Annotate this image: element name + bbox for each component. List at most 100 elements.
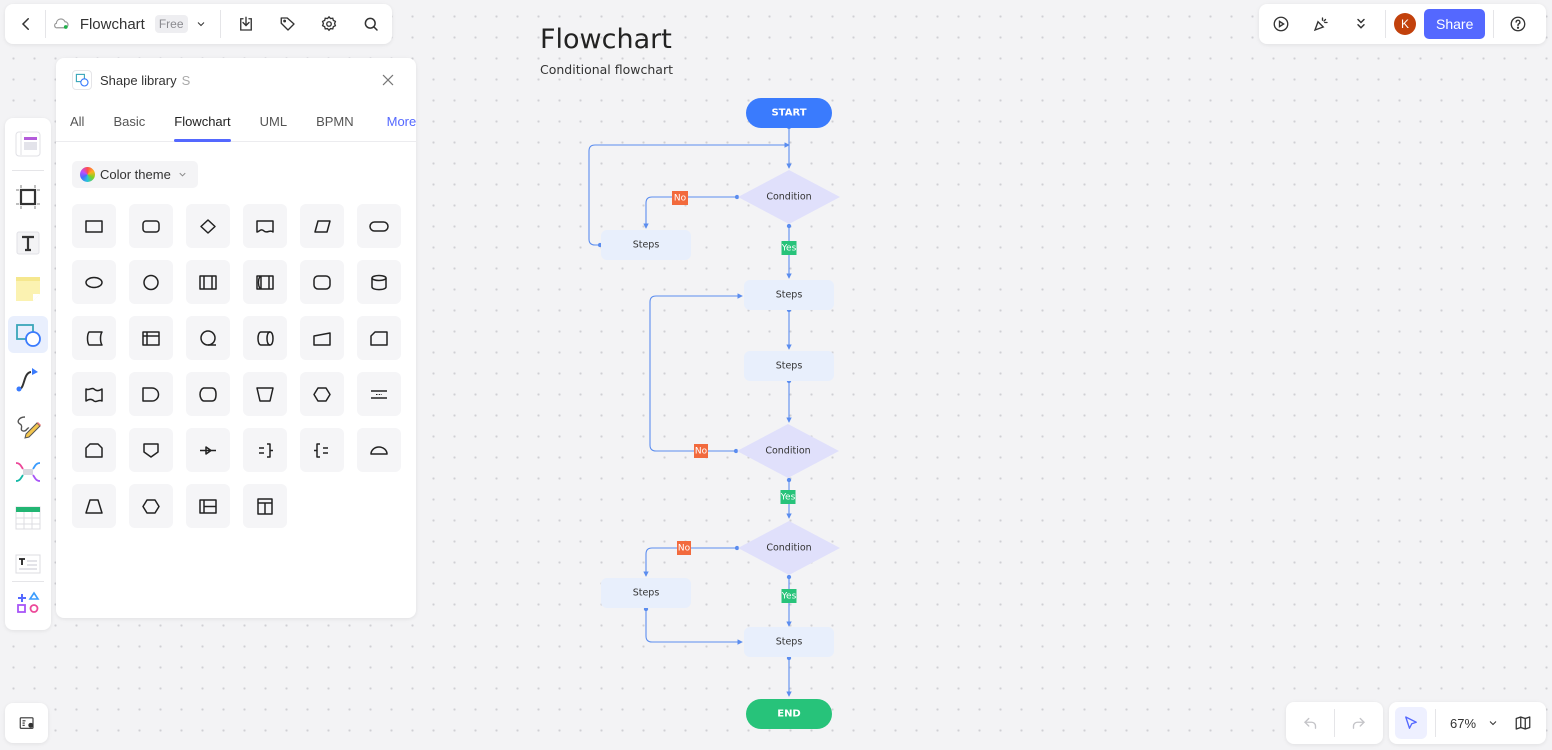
celebrate-button[interactable] [1305, 8, 1337, 40]
steps-node-2[interactable]: Steps [744, 280, 834, 310]
yes-label-3[interactable]: Yes [781, 589, 797, 603]
edge-steps-5-to-steps-6[interactable] [645, 609, 743, 645]
canvas-subtitle[interactable]: Conditional flowchart [540, 62, 673, 77]
steps-node-1-label: Steps [633, 240, 660, 251]
condition-node-1[interactable]: Condition [738, 170, 840, 224]
shape-display[interactable] [186, 372, 230, 416]
shape-off-page-connector[interactable] [129, 428, 173, 472]
shape-direct-access[interactable] [243, 316, 287, 360]
horizontal-container-shape-icon [199, 499, 217, 514]
rail-mind-map[interactable] [8, 454, 48, 491]
shape-database[interactable] [357, 260, 401, 304]
condition-node-3-label: Condition [766, 543, 811, 554]
undo-button[interactable] [1295, 707, 1327, 739]
rail-more-tools[interactable] [8, 584, 48, 621]
tab-all[interactable]: All [70, 102, 84, 142]
color-theme-dropdown[interactable]: Color theme [72, 161, 198, 188]
condition-node-2[interactable]: Condition [737, 424, 839, 478]
shape-library-tabs: All Basic Flowchart UML BPMN More [56, 102, 416, 142]
shape-parallel-mode[interactable] [357, 372, 401, 416]
rail-text[interactable] [8, 225, 48, 262]
shape-transfer[interactable] [186, 428, 230, 472]
shape-vertical-container[interactable] [243, 484, 287, 528]
tab-basic[interactable]: Basic [113, 102, 145, 142]
rail-connector[interactable] [8, 362, 48, 399]
shape-manual-input[interactable] [300, 316, 344, 360]
avatar[interactable]: K [1394, 13, 1416, 35]
shape-data[interactable] [300, 204, 344, 248]
back-button[interactable] [11, 8, 41, 40]
rail-frame[interactable] [8, 179, 48, 216]
canvas-title[interactable]: Flowchart [540, 24, 672, 55]
shape-punched-tape[interactable] [72, 372, 116, 416]
edge-condition-1-no[interactable] [643, 196, 737, 229]
title-dropdown-button[interactable] [192, 8, 211, 40]
shape-annotation-left[interactable] [300, 428, 344, 472]
no-label-1[interactable]: No [672, 191, 688, 205]
rail-sticky-note[interactable] [8, 270, 48, 307]
rail-pen[interactable] [8, 408, 48, 445]
steps-node-4[interactable]: Steps [601, 578, 691, 608]
close-button[interactable] [376, 68, 400, 92]
steps-node-5[interactable]: Steps [744, 627, 834, 657]
tab-more[interactable]: More [387, 102, 417, 142]
rail-shapes[interactable] [8, 316, 48, 354]
zoom-level[interactable]: 67% [1450, 716, 1476, 731]
search-button[interactable] [356, 8, 386, 40]
export-button[interactable] [231, 8, 261, 40]
shape-stored-data[interactable] [72, 316, 116, 360]
tab-bpmn[interactable]: BPMN [316, 102, 354, 142]
shape-sequential-access[interactable] [186, 316, 230, 360]
page-settings-button[interactable] [5, 703, 48, 743]
shape-internal-storage[interactable] [129, 316, 173, 360]
shape-preparation[interactable] [300, 372, 344, 416]
document-title[interactable]: Flowchart [80, 16, 145, 33]
shape-ellipse[interactable] [72, 260, 116, 304]
yes-label-1[interactable]: Yes [781, 241, 797, 255]
shape-process[interactable] [72, 204, 116, 248]
yes-label-2[interactable]: Yes [780, 490, 796, 504]
shape-horizontal-container[interactable] [186, 484, 230, 528]
present-button[interactable] [1265, 8, 1297, 40]
rail-table[interactable] [8, 500, 48, 537]
shape-connector-circle[interactable] [129, 260, 173, 304]
select-tool-button[interactable] [1395, 707, 1427, 739]
tag-button[interactable] [273, 8, 303, 40]
shape-rounded-process[interactable] [129, 204, 173, 248]
share-button[interactable]: Share [1424, 9, 1486, 39]
collapse-button[interactable] [1345, 8, 1377, 40]
rail-templates[interactable] [8, 126, 48, 163]
zoom-dropdown-button[interactable] [1484, 707, 1502, 739]
condition-node-3[interactable]: Condition [738, 521, 840, 575]
shape-document[interactable] [243, 204, 287, 248]
shape-loop-limit[interactable] [72, 428, 116, 472]
shape-manual-operation[interactable] [243, 372, 287, 416]
help-button[interactable] [1502, 8, 1534, 40]
shape-semicircle[interactable] [357, 428, 401, 472]
shape-alternate-process[interactable] [300, 260, 344, 304]
shape-card[interactable] [357, 316, 401, 360]
rail-text-block[interactable] [8, 545, 48, 582]
start-node-label: START [771, 108, 806, 119]
shape-hexagon[interactable] [129, 484, 173, 528]
minimap-button[interactable] [1510, 707, 1536, 739]
shape-terminator[interactable] [357, 204, 401, 248]
edge-condition-2-no-loop[interactable] [649, 293, 743, 452]
no-label-3[interactable]: No [677, 541, 691, 555]
shape-predefined-process[interactable] [186, 260, 230, 304]
shape-annotation-right[interactable] [243, 428, 287, 472]
end-node[interactable]: END [746, 699, 832, 729]
tab-uml[interactable]: UML [260, 102, 287, 142]
shape-trapezoid[interactable] [72, 484, 116, 528]
start-node[interactable]: START [746, 98, 832, 128]
tab-flowchart[interactable]: Flowchart [174, 102, 231, 142]
shape-decision[interactable] [186, 204, 230, 248]
settings-button[interactable] [315, 8, 345, 40]
steps-node-1[interactable]: Steps [601, 230, 691, 260]
shape-stored-data-process[interactable] [243, 260, 287, 304]
edge-condition-3-no[interactable] [643, 547, 737, 577]
shape-delay[interactable] [129, 372, 173, 416]
steps-node-3[interactable]: Steps [744, 351, 834, 381]
redo-button[interactable] [1342, 707, 1374, 739]
no-label-2[interactable]: No [694, 444, 708, 458]
